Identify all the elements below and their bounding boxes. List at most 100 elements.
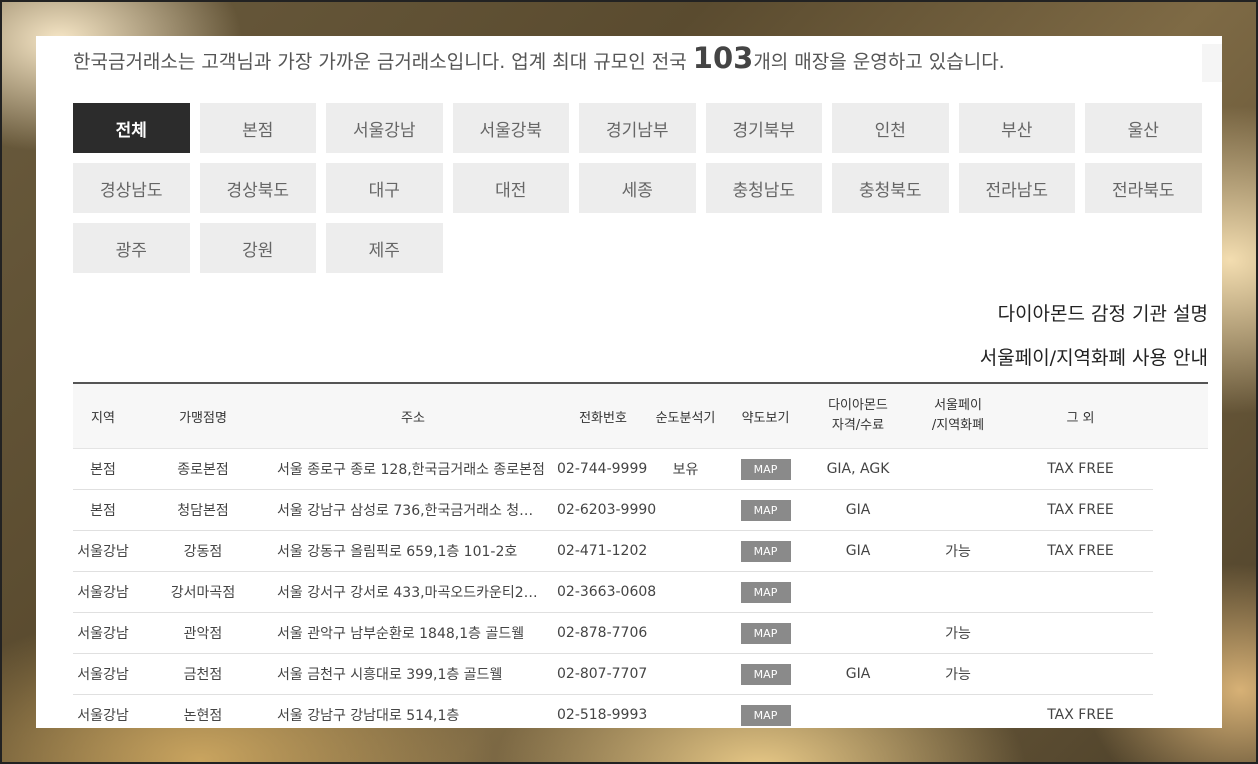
cell-region: 서울강남 bbox=[77, 585, 129, 601]
cell-seoulpay: 가능 bbox=[945, 667, 971, 683]
cell-other: TAX FREE bbox=[1047, 502, 1114, 518]
header-diamond-line1: 다이아몬드 bbox=[828, 398, 888, 413]
region-button[interactable]: 충청북도 bbox=[832, 163, 949, 213]
header-map: 약도보기 bbox=[741, 410, 790, 426]
region-button[interactable]: 충청남도 bbox=[705, 163, 822, 213]
cell-map: MAP bbox=[718, 622, 813, 644]
cell-phone: 02-6203-9990 bbox=[557, 502, 657, 518]
table-row: 본점 청담본점 서울 강남구 삼성로 736,한국금거래소 청담… 02-6203-9… bbox=[73, 490, 1153, 531]
cell-store: 강서마곡점 bbox=[170, 585, 236, 601]
region-button[interactable]: 강원 bbox=[199, 223, 316, 273]
cell-seoulpay: 가능 bbox=[945, 544, 971, 560]
region-button[interactable]: 경기북부 bbox=[705, 103, 822, 153]
cell-seoulpay: 가능 bbox=[945, 626, 971, 642]
cell-map: MAP bbox=[718, 581, 813, 603]
header-phone: 전화번호 bbox=[579, 410, 627, 426]
region-button[interactable]: 경기남부 bbox=[579, 103, 696, 153]
table-header: 지역 가맹점명 주소 전화번호 순도분석기 약도보기 다이아몬드 자격/수료 서… bbox=[73, 382, 1208, 449]
intro-suffix: 개의 매장을 운영하고 있습니다. bbox=[753, 51, 1005, 73]
region-button[interactable]: 전라북도 bbox=[1085, 163, 1202, 213]
cell-store: 종로본점 bbox=[177, 462, 229, 478]
table-row: 서울강남 관악점 서울 관악구 남부순환로 1848,1층 골드웰 02-878-77… bbox=[73, 613, 1153, 654]
region-button[interactable]: 서울강북 bbox=[452, 103, 569, 153]
region-button[interactable]: 울산 bbox=[1085, 103, 1202, 153]
header-region: 지역 bbox=[91, 410, 115, 426]
diamond-info-link[interactable]: 다이아몬드 감정 기관 설명 bbox=[998, 299, 1208, 326]
cell-other: TAX FREE bbox=[1047, 461, 1114, 477]
region-button[interactable]: 광주 bbox=[73, 223, 190, 273]
cell-region: 본점 bbox=[90, 462, 116, 478]
store-table: 지역 가맹점명 주소 전화번호 순도분석기 약도보기 다이아몬드 자격/수료 서… bbox=[73, 382, 1208, 728]
cell-region: 서울강남 bbox=[77, 667, 129, 683]
header-other: 그 외 bbox=[1066, 410, 1095, 426]
cell-address: 서울 강남구 강남대로 514,1층 bbox=[277, 708, 460, 724]
map-button[interactable]: MAP bbox=[740, 499, 791, 521]
region-button[interactable]: 부산 bbox=[958, 103, 1075, 153]
map-button[interactable]: MAP bbox=[740, 581, 791, 603]
cell-phone: 02-3663-0608 bbox=[557, 584, 657, 600]
cell-address: 서울 관악구 남부순환로 1848,1층 골드웰 bbox=[277, 626, 525, 642]
region-button[interactable]: 서울강남 bbox=[326, 103, 443, 153]
table-row: 서울강남 강서마곡점 서울 강서구 강서로 433,마곡오드카운티2차 … 02-36… bbox=[73, 572, 1153, 613]
intro-text: 한국금거래소는 고객님과 가장 가까운 금거래소입니다. 업계 최대 규모인 전… bbox=[73, 40, 1005, 80]
region-button[interactable]: 제주 bbox=[326, 223, 443, 273]
intro-prefix: 한국금거래소는 고객님과 가장 가까운 금거래소입니다. 업계 최대 규모인 전… bbox=[73, 51, 693, 73]
cell-map: MAP bbox=[718, 540, 813, 562]
cell-diamond: GIA bbox=[845, 543, 871, 559]
map-button[interactable]: MAP bbox=[740, 622, 791, 644]
map-button[interactable]: MAP bbox=[740, 663, 791, 685]
region-button[interactable]: 세종 bbox=[579, 163, 696, 213]
cell-store: 논현점 bbox=[183, 708, 223, 724]
cell-store: 청담본점 bbox=[177, 503, 229, 519]
header-seoulpay: 서울페이 /지역화폐 bbox=[903, 396, 1013, 436]
header-seoulpay-line2: /지역화폐 bbox=[931, 418, 985, 433]
region-button[interactable]: 인천 bbox=[832, 103, 949, 153]
cell-map: MAP bbox=[718, 663, 813, 685]
cell-region: 서울강남 bbox=[77, 708, 129, 724]
cell-region: 서울강남 bbox=[77, 544, 129, 560]
region-button[interactable]: 대전 bbox=[452, 163, 569, 213]
cell-map: MAP bbox=[718, 458, 813, 480]
header-diamond-line2: 자격/수료 bbox=[831, 418, 885, 433]
region-button[interactable]: 전체 bbox=[73, 103, 190, 153]
map-button[interactable]: MAP bbox=[740, 540, 791, 562]
cell-phone: 02-744-9999 bbox=[557, 461, 648, 477]
region-button[interactable]: 전라남도 bbox=[958, 163, 1075, 213]
seoulpay-info-link[interactable]: 서울페이/지역화폐 사용 안내 bbox=[980, 343, 1208, 370]
cell-purity: 보유 bbox=[672, 462, 699, 478]
cell-region: 본점 bbox=[90, 503, 116, 519]
table-row: 서울강남 강동점 서울 강동구 올림픽로 659,1층 101-2호 02-471-1… bbox=[73, 531, 1153, 572]
cell-map: MAP bbox=[718, 499, 813, 521]
cell-phone: 02-878-7706 bbox=[557, 625, 648, 641]
cell-diamond: GIA bbox=[845, 666, 871, 682]
region-button[interactable]: 경상북도 bbox=[199, 163, 316, 213]
table-row: 본점 종로본점 서울 종로구 종로 128,한국금거래소 종로본점 02-744-99… bbox=[73, 449, 1153, 490]
table-row: 서울강남 논현점 서울 강남구 강남대로 514,1층 02-518-9993 MAP T… bbox=[73, 695, 1153, 728]
header-store: 가맹점명 bbox=[179, 410, 227, 426]
map-button[interactable]: MAP bbox=[740, 704, 791, 726]
region-filter-grid: 전체 본점 서울강남 서울강북 경기남부 경기북부 인천 부산 울산경상남도 경상북도 대구 대전 세종… bbox=[73, 103, 1204, 273]
header-diamond: 다이아몬드 자격/수료 bbox=[813, 396, 903, 436]
cell-address: 서울 강남구 삼성로 736,한국금거래소 청담… bbox=[277, 503, 547, 519]
cell-store: 금천점 bbox=[183, 667, 223, 683]
cell-diamond: GIA bbox=[845, 502, 871, 518]
region-button[interactable]: 대구 bbox=[326, 163, 443, 213]
cell-diamond: GIA, AGK bbox=[826, 461, 890, 477]
cell-store: 강동점 bbox=[183, 544, 223, 560]
table-body: 본점 종로본점 서울 종로구 종로 128,한국금거래소 종로본점 02-744-99… bbox=[73, 449, 1208, 728]
cell-other: TAX FREE bbox=[1047, 707, 1114, 723]
store-finder-panel: 한국금거래소는 고객님과 가장 가까운 금거래소입니다. 업계 최대 규모인 전… bbox=[36, 36, 1222, 728]
cell-address: 서울 강서구 강서로 433,마곡오드카운티2차 … bbox=[277, 585, 553, 601]
cell-address: 서울 종로구 종로 128,한국금거래소 종로본점 bbox=[277, 462, 545, 478]
cell-phone: 02-471-1202 bbox=[557, 543, 648, 559]
cell-other: TAX FREE bbox=[1047, 543, 1114, 559]
store-count: 103 bbox=[692, 41, 754, 75]
header-seoulpay-line1: 서울페이 bbox=[934, 398, 982, 413]
cell-address: 서울 금천구 시흥대로 399,1층 골드웰 bbox=[277, 667, 503, 683]
cell-region: 서울강남 bbox=[77, 626, 129, 642]
map-button[interactable]: MAP bbox=[740, 458, 791, 480]
cell-phone: 02-518-9993 bbox=[557, 707, 648, 723]
region-button[interactable]: 경상남도 bbox=[73, 163, 190, 213]
region-button[interactable]: 본점 bbox=[199, 103, 316, 153]
table-row: 서울강남 금천점 서울 금천구 시흥대로 399,1층 골드웰 02-807-7707… bbox=[73, 654, 1153, 695]
